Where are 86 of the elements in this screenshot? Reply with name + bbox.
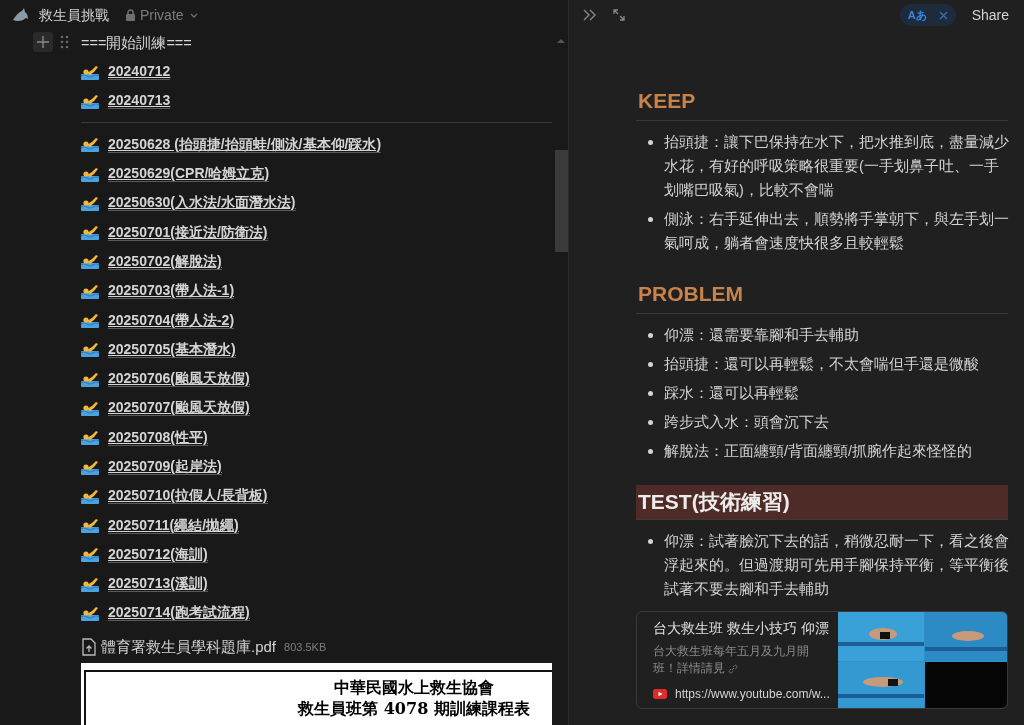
visibility-dropdown[interactable]: Private [125,4,198,26]
page-link[interactable]: 20250629(CPR/哈姆立克) [108,165,270,183]
bullet-icon [648,333,653,338]
add-block-button[interactable] [33,32,53,52]
scrollbar-thumb[interactable] [555,150,568,252]
expand-icon[interactable] [613,9,625,21]
section-heading: KEEP [636,84,1008,121]
file-upload-icon [81,637,97,656]
page-link[interactable]: 20250704(帶人法-2) [108,311,235,329]
page-link[interactable]: 20250701(接近法/防衛法) [108,223,268,241]
swimmer-icon [81,605,99,621]
section-heading: PROBLEM [636,277,1008,314]
bookmark-card[interactable]: 台大救生班 救生小技巧 仰漂 台大救生班每年五月及九月開班！詳情請見 https://www.youtube.com/w... [636,611,1008,709]
page-link[interactable]: 20240712 [108,63,171,81]
page-link[interactable]: 20250708(性平) [108,428,208,446]
play-icon [653,688,667,699]
page-link[interactable]: 20250628 (抬頭捷/抬頭蛙/側泳/基本仰/踩水) [108,135,382,153]
bookmark-description: 台大救生班每年五月及九月開班！詳情請見 [653,643,810,676]
page-link[interactable]: 20250714(跑考試流程) [108,604,250,622]
swimmer-icon [81,429,99,446]
swimmer-icon [81,458,99,475]
file-size: 803.5KB [284,639,327,655]
document-text: 中華民國水上救生協會 [333,677,495,699]
swimmer-icon [81,341,99,358]
bullet-icon [648,449,653,454]
swimmer-icon [81,63,99,80]
swimmer-icon [81,546,99,563]
swimmer-icon [81,517,99,534]
lock-icon [125,9,136,21]
document-preview[interactable]: 中華民國水上救生協會 救生員班第 4078 期訓練課程表 [81,663,552,725]
bullet-item: 解脫法：正面纏頸/背面纏頸/抓腕作起來怪怪的 [664,439,1014,463]
section-heading: TEST(技術練習) [636,485,1008,520]
outline-heading: ===開始訓練=== [81,33,192,53]
link-icon [727,662,738,674]
scroll-up-icon[interactable] [557,38,565,44]
swimmer-icon [81,194,99,211]
page-link[interactable]: 20250710(拉假人/長背板) [108,487,268,505]
bullet-icon [648,539,653,544]
page-link[interactable]: 20250706(颱風天放假) [108,370,250,388]
bullet-item: 仰漂：還需要靠腳和手去輔助 [664,323,1014,347]
swimmer-icon [81,370,99,387]
translate-label: Aあ [907,7,927,23]
bullet-item: 抬頭捷：還可以再輕鬆，不太會喘但手還是微酸 [664,352,1014,376]
page-link[interactable]: 20250713(溪訓) [108,575,208,593]
page-link[interactable]: 20240713 [108,92,171,110]
swimmer-icon [81,253,99,270]
bullet-item: 仰漂：試著臉沉下去的話，稍微忍耐一下，看之後會浮起來的。但過渡期可先用手腳保持平衡，等平衡後試著不要去腳和手去輔助 [664,529,1014,601]
bullet-item: 抬頭捷：讓下巴保持在水下，把水推到底，盡量減少水花，有好的呼吸策略很重要(一手划鼻子吐、一手划嘴巴吸氣)，比較不會喘 [664,130,1014,202]
bullet-icon [648,420,653,425]
drag-handle-icon[interactable] [60,35,69,49]
page-link[interactable]: 20250702(解脫法) [108,252,222,270]
bullet-icon [648,217,653,222]
collapse-icon[interactable] [583,9,596,21]
page-link[interactable]: 20250705(基本潛水) [108,340,236,358]
close-icon[interactable] [938,10,948,20]
bullet-icon [648,140,653,145]
swimmer-icon [81,282,99,299]
page-link[interactable]: 20250630(入水法/水面潛水法) [108,194,296,212]
swimmer-icon [81,487,99,504]
translate-pill[interactable]: Aあ [899,3,956,27]
shark-icon [12,8,29,22]
plus-icon [37,36,49,48]
page-link[interactable]: 20250709(起岸法) [108,458,222,475]
swimmer-icon [81,136,99,153]
bullet-icon [648,362,653,367]
bullet-item: 踩水：還可以再輕鬆 [664,381,1014,405]
page-title: 救生員挑戰 [39,5,109,25]
swimmer-icon [81,92,99,109]
bookmark-title: 台大救生班 救生小技巧 仰漂 [653,618,830,638]
swimmer-icon [81,575,99,592]
file-name[interactable]: 體育署救生員學科題庫.pdf [101,635,277,659]
bookmark-url: https://www.youtube.com/w... [675,685,830,703]
swimmer-icon [81,312,99,328]
swimmer-icon [81,399,99,416]
bullet-item: 跨步式入水：頭會沉下去 [664,410,1014,434]
swimmer-icon [81,224,99,241]
page-link[interactable]: 20250712(海訓) [108,545,208,563]
document-text: 救生員班第 4078 期訓練課程表 [296,698,531,720]
bullet-item: 側泳：右手延伸出去，順勢將手掌朝下，與左手划一氣呵成，躺者會速度快很多且較輕鬆 [664,207,1014,255]
caret-icon [189,12,198,18]
page-link[interactable]: 20250703(帶人法-1) [108,282,235,300]
bullet-icon [648,391,653,396]
page-link[interactable]: 20250707(颱風天放假) [108,399,250,417]
page-link[interactable]: 20250711(繩結/拋繩) [108,516,239,534]
share-button[interactable]: Share [971,4,1009,26]
swimmer-icon [81,165,99,182]
